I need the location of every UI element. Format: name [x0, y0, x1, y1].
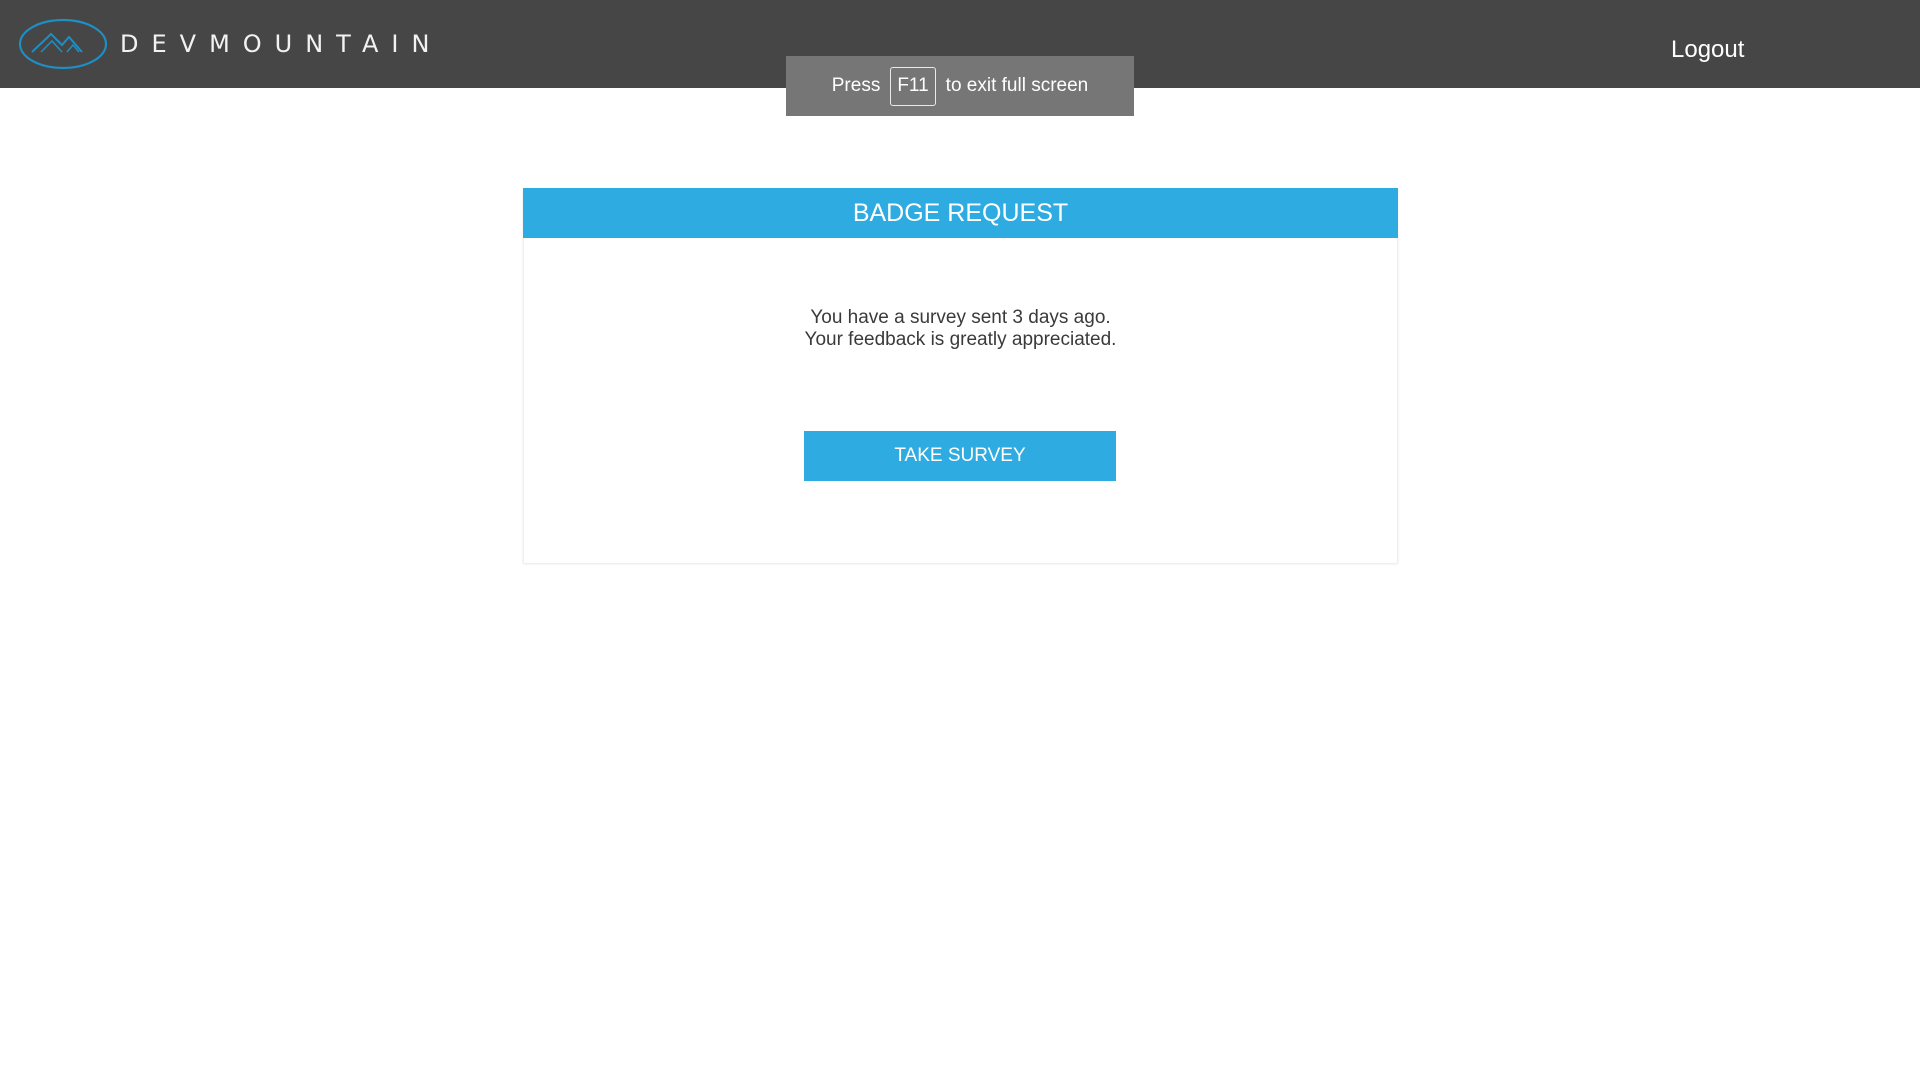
- devmountain-logo: DEVMOUNTAIN: [18, 17, 442, 71]
- survey-message-line-2: Your feedback is greatly appreciated.: [804, 329, 1117, 350]
- fullscreen-notice-suffix: to exit full screen: [945, 75, 1089, 96]
- mountain-logo-icon: [18, 18, 108, 70]
- logout-link[interactable]: Logout: [1671, 35, 1744, 65]
- survey-message: You have a survey sent 3 days ago. Your …: [524, 307, 1397, 351]
- badge-request-card: BADGE REQUEST You have a survey sent 3 d…: [523, 188, 1398, 563]
- fullscreen-notice-prefix: Press: [831, 75, 881, 96]
- survey-message-line-1: You have a survey sent 3 days ago.: [810, 307, 1111, 328]
- f11-key-hint: F11: [890, 66, 936, 106]
- take-survey-button[interactable]: TAKE SURVEY: [804, 431, 1116, 481]
- devmountain-brand-text: DEVMOUNTAIN: [120, 30, 443, 58]
- fullscreen-exit-notice: Press F11 to exit full screen: [786, 56, 1134, 116]
- badge-request-title: BADGE REQUEST: [523, 188, 1398, 238]
